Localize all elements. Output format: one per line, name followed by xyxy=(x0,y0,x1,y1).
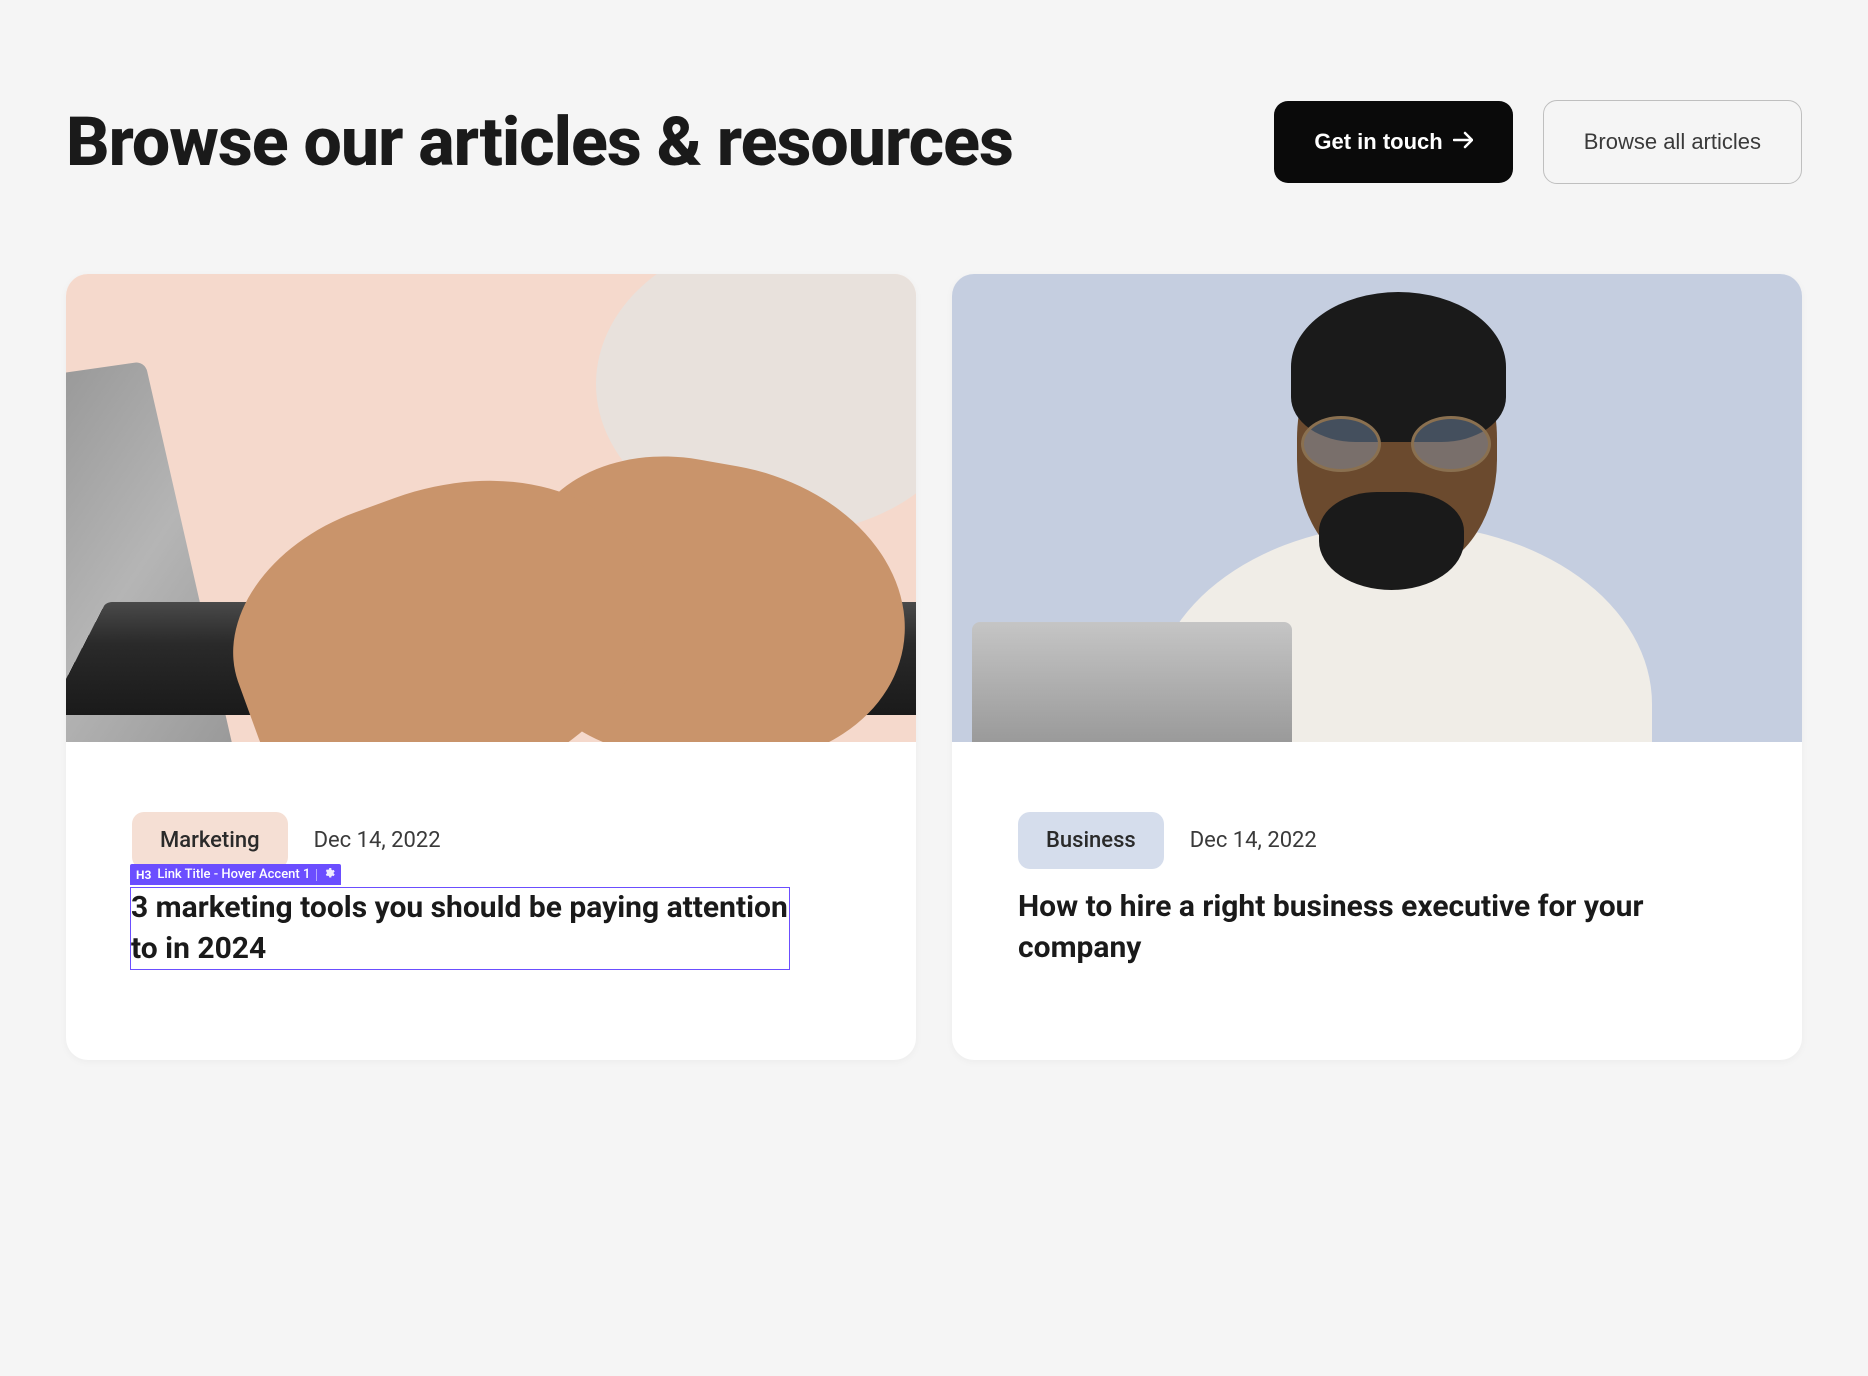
category-badge[interactable]: Marketing xyxy=(132,812,288,869)
category-badge[interactable]: Business xyxy=(1018,812,1164,869)
card-meta: Business Dec 14, 2022 xyxy=(1018,812,1736,869)
article-title[interactable]: 3 marketing tools you should be paying a… xyxy=(130,887,790,970)
inspector-element-tag: H3 xyxy=(136,868,151,882)
browse-all-button[interactable]: Browse all articles xyxy=(1543,100,1802,184)
article-card-business[interactable]: Business Dec 14, 2022 How to hire a righ… xyxy=(952,274,1802,1060)
card-body: Business Dec 14, 2022 How to hire a righ… xyxy=(952,742,1802,1058)
get-in-touch-button[interactable]: Get in touch xyxy=(1274,101,1512,183)
article-card-marketing[interactable]: Marketing Dec 14, 2022 H3 Link Title - H… xyxy=(66,274,916,1060)
page-title: Browse our articles & resources xyxy=(66,103,1013,181)
article-image xyxy=(952,274,1802,742)
card-title-wrap: H3 Link Title - Hover Accent 1 3 marketi… xyxy=(130,887,850,970)
card-date: Dec 14, 2022 xyxy=(1190,828,1317,853)
inspector-class-name: Link Title - Hover Accent 1 xyxy=(157,867,310,882)
arrow-right-icon xyxy=(1453,129,1473,155)
cards-row: Marketing Dec 14, 2022 H3 Link Title - H… xyxy=(66,274,1802,1060)
article-image xyxy=(66,274,916,742)
header-row: Browse our articles & resources Get in t… xyxy=(66,100,1802,184)
gear-icon[interactable] xyxy=(323,867,335,882)
article-title[interactable]: How to hire a right business executive f… xyxy=(1018,887,1736,968)
card-date: Dec 14, 2022 xyxy=(314,828,441,853)
header-actions: Get in touch Browse all articles xyxy=(1274,100,1802,184)
get-in-touch-label: Get in touch xyxy=(1314,129,1442,155)
browse-all-label: Browse all articles xyxy=(1584,129,1761,154)
card-meta: Marketing Dec 14, 2022 xyxy=(132,812,850,869)
inspector-label[interactable]: H3 Link Title - Hover Accent 1 xyxy=(130,864,341,885)
page-title-text: Browse our articles & resources xyxy=(66,102,1013,182)
card-body: Marketing Dec 14, 2022 H3 Link Title - H… xyxy=(66,742,916,1060)
